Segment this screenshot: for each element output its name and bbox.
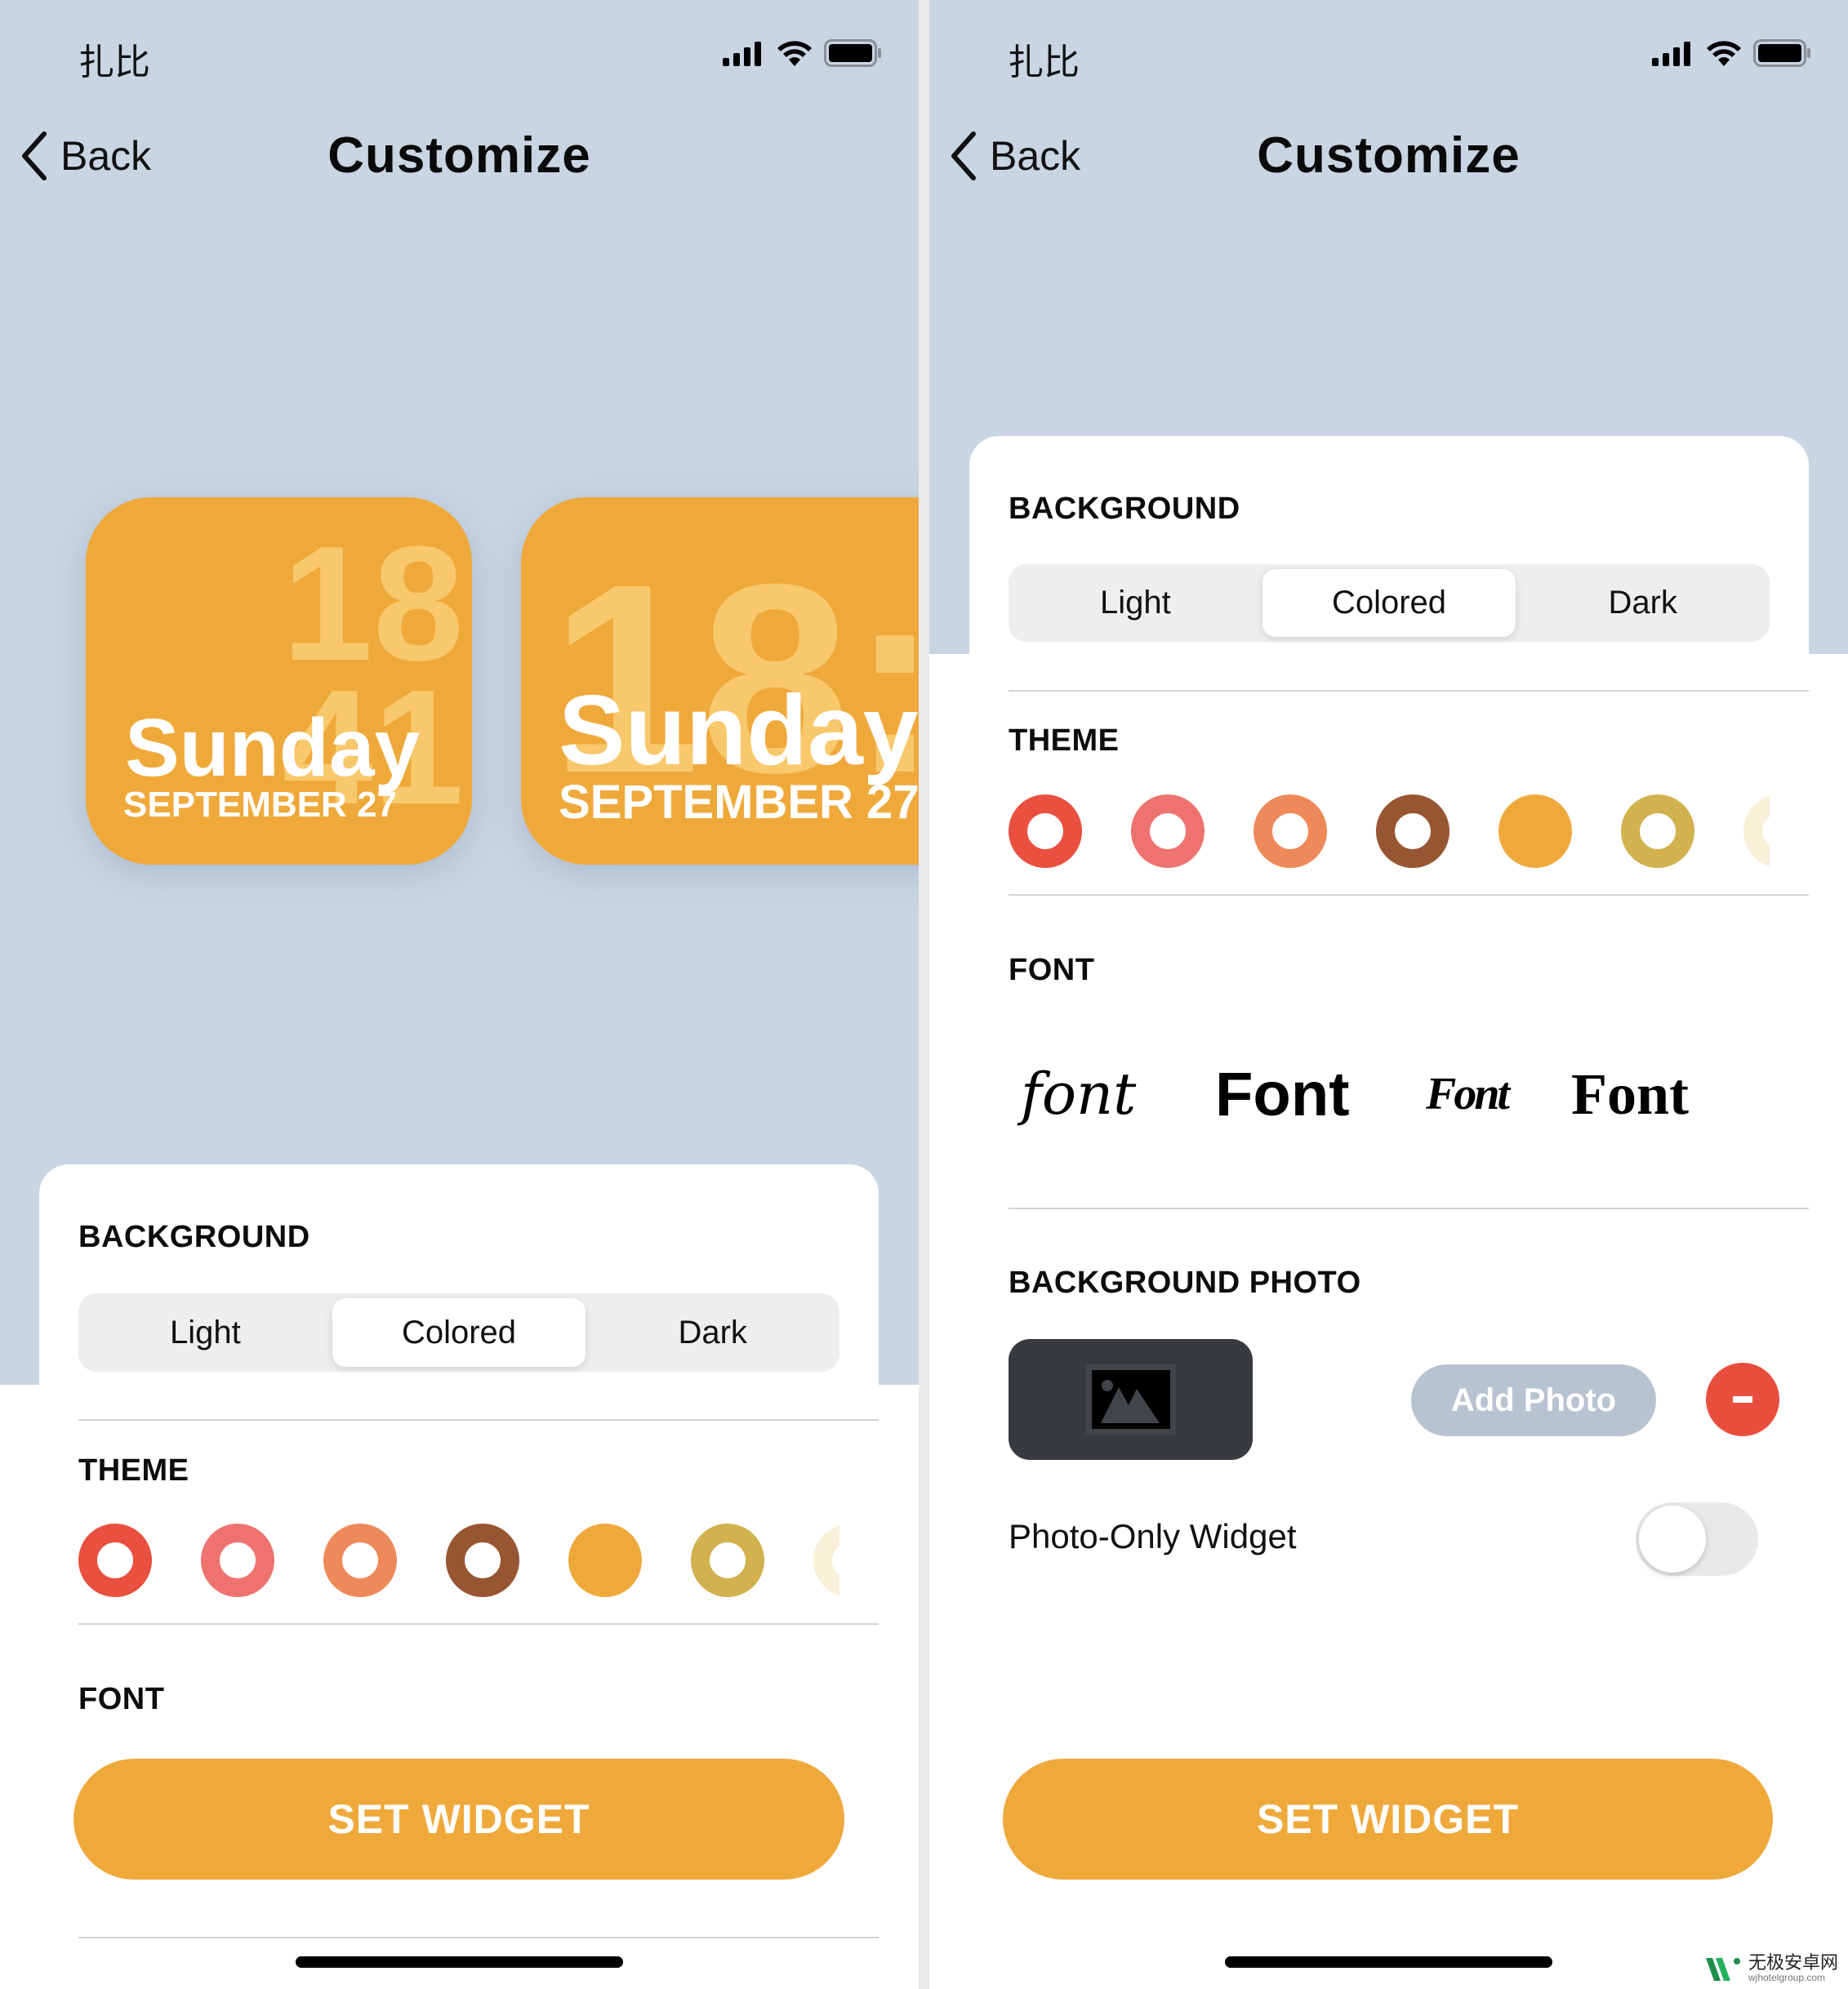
theme-swatch-red[interactable] — [78, 1524, 152, 1597]
set-widget-label: SET WIDGET — [327, 1796, 590, 1842]
background-option-dark[interactable]: Dark — [1516, 564, 1770, 642]
theme-label: THEME — [1009, 723, 1120, 758]
divider — [1009, 894, 1809, 896]
image-placeholder-icon — [1085, 1364, 1176, 1435]
widget-day: Sunday — [559, 674, 919, 785]
widget-date: SEPTEMBER 27 — [123, 785, 397, 825]
background-photo-thumbnail[interactable] — [1009, 1339, 1253, 1460]
divider — [1009, 690, 1809, 692]
background-option-colored[interactable]: Colored — [1262, 569, 1516, 637]
divider — [78, 1937, 879, 1938]
widget-preview-medium[interactable]: 18: Sunday SEPTEMBER 27 — [521, 497, 919, 865]
status-carrier: 扎比 — [1008, 42, 1080, 83]
theme-swatch-cream[interactable] — [1743, 794, 1770, 868]
theme-label: THEME — [78, 1453, 189, 1488]
theme-swatch-red[interactable] — [1009, 794, 1082, 868]
background-option-light[interactable]: Light — [1009, 564, 1262, 642]
wifi-icon — [1707, 41, 1741, 66]
set-widget-button[interactable]: SET WIDGET — [73, 1759, 844, 1880]
remove-photo-button[interactable] — [1706, 1363, 1779, 1436]
set-widget-button[interactable]: SET WIDGET — [1003, 1759, 1773, 1880]
photo-only-toggle[interactable] — [1636, 1502, 1758, 1576]
status-carrier: 扎比 — [78, 42, 150, 83]
watermark-logo: 无极安卓网 wjhotelgroup.com — [1700, 1951, 1841, 1986]
theme-swatch-mustard[interactable] — [1621, 794, 1694, 868]
minus-icon — [1733, 1396, 1752, 1403]
home-indicator — [1225, 1956, 1552, 1968]
widget-date: SEPTEMBER 27 — [559, 776, 919, 829]
wj-logo-icon — [1705, 1958, 1740, 1981]
theme-swatch-cream[interactable] — [813, 1524, 839, 1597]
battery-icon — [824, 39, 881, 67]
background-option-light[interactable]: Light — [78, 1293, 332, 1372]
widget-day: Sunday — [125, 702, 421, 794]
status-icons — [1652, 39, 1812, 67]
theme-swatch-pink[interactable] — [1131, 794, 1205, 868]
set-widget-label: SET WIDGET — [1256, 1796, 1520, 1842]
theme-swatch-row — [1009, 794, 1770, 871]
font-option-script[interactable]: font — [1021, 1053, 1136, 1135]
background-segmented-control: Light Colored Dark — [78, 1293, 839, 1372]
background-segmented-control: Light Colored Dark — [1009, 564, 1770, 642]
theme-swatch-brown[interactable] — [446, 1524, 519, 1597]
theme-swatch-pink[interactable] — [201, 1524, 274, 1597]
screen-customize-options: 扎比 Back Customize BACKGROUND Light Color… — [929, 0, 1848, 1989]
cellular-signal-icon — [723, 42, 761, 66]
add-photo-button[interactable]: Add Photo — [1411, 1364, 1656, 1436]
divider — [78, 1623, 879, 1625]
wifi-icon — [777, 41, 812, 66]
widget-preview-small[interactable]: 18 41 Sunday SEPTEMBER 27 — [86, 497, 472, 865]
home-indicator — [296, 1956, 623, 1968]
widget-hour: 18 — [282, 513, 464, 695]
theme-swatch-mustard[interactable] — [691, 1524, 764, 1597]
theme-swatch-row — [78, 1524, 839, 1600]
font-option-sans-bold[interactable]: Font — [1215, 1053, 1350, 1135]
theme-swatch-orange-selected[interactable] — [568, 1524, 642, 1597]
background-option-dark[interactable]: Dark — [586, 1293, 839, 1372]
background-photo-label: BACKGROUND PHOTO — [1009, 1266, 1361, 1300]
photo-only-label: Photo-Only Widget — [1009, 1517, 1297, 1555]
theme-swatch-coral[interactable] — [323, 1524, 397, 1597]
theme-swatch-orange-selected[interactable] — [1498, 794, 1572, 868]
background-label: BACKGROUND — [78, 1220, 310, 1254]
battery-icon — [1753, 39, 1810, 67]
font-label: FONT — [1009, 953, 1095, 987]
watermark-site-name: 无极安卓网 — [1748, 1953, 1838, 1973]
settings-card — [969, 436, 1809, 1989]
toggle-knob — [1639, 1506, 1706, 1573]
divider — [78, 1419, 879, 1421]
font-label: FONT — [78, 1682, 165, 1716]
page-title: Customize — [1257, 127, 1521, 184]
font-option-serif[interactable]: Font — [1571, 1053, 1689, 1135]
divider — [1009, 1208, 1809, 1209]
font-option-brush[interactable]: Font — [1426, 1053, 1510, 1135]
page-title: Customize — [327, 127, 591, 184]
cellular-signal-icon — [1652, 42, 1690, 66]
background-option-colored[interactable]: Colored — [332, 1298, 586, 1367]
theme-swatch-brown[interactable] — [1376, 794, 1449, 868]
theme-swatch-coral[interactable] — [1254, 794, 1327, 868]
screen-customize-preview: 扎比 Back Customize 18 41 Sunday SEPTEMBER… — [0, 0, 919, 1989]
watermark-site-url: wjhotelgroup.com — [1748, 1972, 1826, 1983]
background-label: BACKGROUND — [1009, 492, 1240, 526]
status-icons — [723, 39, 883, 67]
